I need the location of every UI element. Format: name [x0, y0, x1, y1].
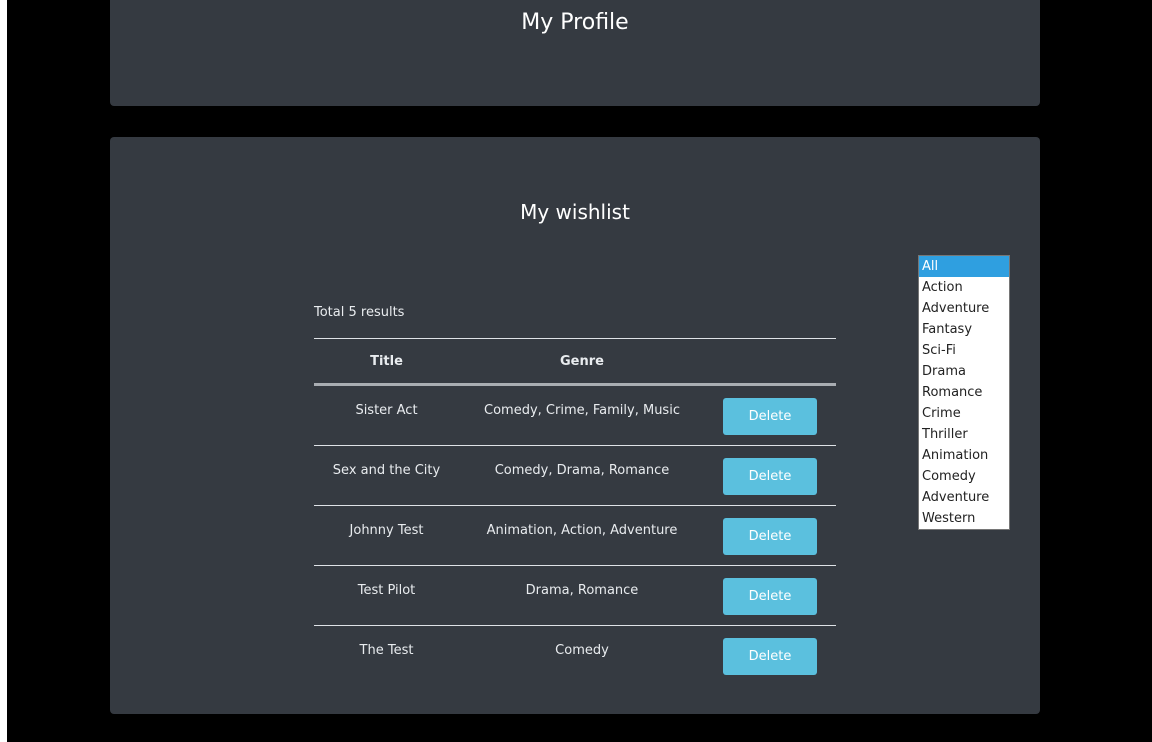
page: My Profile My wishlist Total 5 results T… — [0, 0, 1152, 742]
movie-title: Test Pilot — [357, 583, 416, 598]
genre-option-western[interactable]: Western — [919, 508, 1009, 529]
table-header: Title Genre — [314, 338, 836, 386]
genre-cell: Drama, Romance — [459, 566, 705, 625]
genre-option-crime[interactable]: Crime — [919, 403, 1009, 424]
delete-button[interactable]: Delete — [723, 518, 817, 555]
column-header-title: Title — [370, 353, 403, 369]
title-cell: Johnny Test — [314, 506, 459, 565]
movie-title: Sex and the City — [332, 463, 441, 478]
action-cell: Delete — [705, 626, 836, 685]
genre-option-sci-fi[interactable]: Sci-Fi — [919, 340, 1009, 361]
action-cell: Delete — [705, 386, 836, 445]
table-row: Johnny Test Animation, Action, Adventure… — [314, 506, 836, 566]
profile-card: My Profile — [110, 0, 1040, 106]
movie-title: Sister Act — [355, 403, 418, 418]
action-cell: Delete — [705, 506, 836, 565]
genre-option-adventure-2[interactable]: Adventure — [919, 487, 1009, 508]
genre-cell: Comedy, Drama, Romance — [459, 446, 705, 505]
action-cell: Delete — [705, 446, 836, 505]
total-results: Total 5 results — [314, 305, 405, 320]
genre-option-comedy[interactable]: Comedy — [919, 466, 1009, 487]
movie-genre: Animation, Action, Adventure — [486, 523, 678, 538]
genre-cell: Comedy, Crime, Family, Music — [459, 386, 705, 445]
movie-genre: Drama, Romance — [525, 583, 639, 598]
action-cell: Delete — [705, 566, 836, 625]
genre-option-action[interactable]: Action — [919, 277, 1009, 298]
title-cell: Sister Act — [314, 386, 459, 445]
genre-option-fantasy[interactable]: Fantasy — [919, 319, 1009, 340]
title-cell: The Test — [314, 626, 459, 685]
column-header-genre: Genre — [560, 353, 604, 369]
genre-option-all[interactable]: All — [919, 256, 1009, 277]
genre-option-animation[interactable]: Animation — [919, 445, 1009, 466]
title-cell: Test Pilot — [314, 566, 459, 625]
genre-option-romance[interactable]: Romance — [919, 382, 1009, 403]
genre-filter-list[interactable]: All Action Adventure Fantasy Sci-Fi Dram… — [918, 255, 1010, 530]
wishlist-table: Title Genre Sister Act Comedy, Crime, Fa… — [314, 338, 836, 685]
page-title: My Profile — [521, 10, 629, 35]
table-row: The Test Comedy Delete — [314, 626, 836, 685]
table-row: Sex and the City Comedy, Drama, Romance … — [314, 446, 836, 506]
wishlist-title: My wishlist — [520, 200, 630, 224]
window-edge — [0, 0, 7, 742]
movie-genre: Comedy, Crime, Family, Music — [484, 403, 680, 418]
delete-button[interactable]: Delete — [723, 638, 817, 675]
movie-genre: Comedy, Drama, Romance — [494, 463, 670, 478]
delete-button[interactable]: Delete — [723, 578, 817, 615]
title-cell: Sex and the City — [314, 446, 459, 505]
table-row: Sister Act Comedy, Crime, Family, Music … — [314, 386, 836, 446]
genre-cell: Comedy — [459, 626, 705, 685]
movie-genre: Comedy — [555, 643, 609, 658]
genre-cell: Animation, Action, Adventure — [459, 506, 705, 565]
table-row: Test Pilot Drama, Romance Delete — [314, 566, 836, 626]
genre-option-thriller[interactable]: Thriller — [919, 424, 1009, 445]
column-header-action — [705, 339, 836, 383]
wishlist-card: My wishlist Total 5 results Title Genre … — [110, 137, 1040, 714]
delete-button[interactable]: Delete — [723, 398, 817, 435]
movie-title: Johnny Test — [349, 523, 424, 538]
delete-button[interactable]: Delete — [723, 458, 817, 495]
movie-title: The Test — [359, 643, 414, 658]
genre-option-drama[interactable]: Drama — [919, 361, 1009, 382]
genre-option-adventure[interactable]: Adventure — [919, 298, 1009, 319]
